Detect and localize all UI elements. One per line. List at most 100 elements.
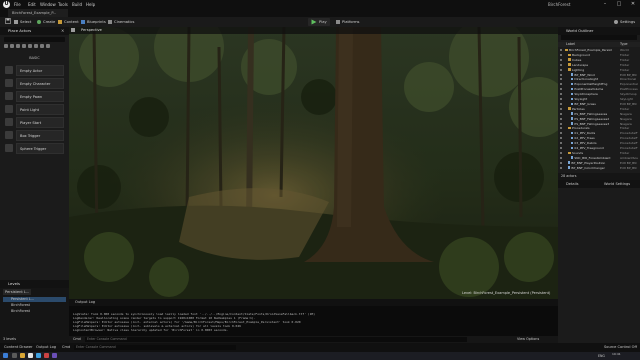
app-icon[interactable] bbox=[52, 353, 57, 358]
visibility-eye-icon[interactable] bbox=[560, 83, 562, 86]
place-item-empty-pawn[interactable]: Empty Pawn bbox=[16, 91, 64, 102]
outliner-row[interactable]: Background Folder bbox=[558, 53, 640, 57]
settings-button[interactable]: Settings bbox=[612, 18, 637, 26]
outliner-row[interactable]: SkyLight SkyLight bbox=[558, 97, 640, 101]
visibility-eye-icon[interactable] bbox=[560, 122, 562, 125]
outliner-row[interactable]: PS_BNF_FallingLeaves3 Niagara bbox=[558, 122, 640, 126]
outliner-row[interactable]: PS_BNF_FallingLeaves Niagara bbox=[558, 112, 640, 116]
content-button[interactable]: Content bbox=[56, 18, 81, 26]
windows-start-icon[interactable] bbox=[3, 353, 8, 358]
visibility-eye-icon[interactable] bbox=[560, 102, 562, 105]
visibility-eye-icon[interactable] bbox=[560, 68, 562, 71]
blueprints-button[interactable]: Blueprints bbox=[79, 18, 108, 26]
outliner-row[interactable]: Procedurals Folder bbox=[558, 126, 640, 130]
create-button[interactable]: Create bbox=[35, 18, 57, 26]
visibility-eye-icon[interactable] bbox=[560, 93, 562, 96]
place-actors-search-input[interactable] bbox=[4, 37, 65, 42]
menu-window[interactable]: Window bbox=[40, 1, 56, 8]
category-all-icon[interactable] bbox=[46, 44, 50, 48]
source-control-status[interactable]: Source Control Off bbox=[604, 344, 637, 351]
visibility-eye-icon[interactable] bbox=[560, 117, 562, 120]
category-recent-icon[interactable] bbox=[4, 44, 8, 48]
outliner-row[interactable]: 01_PPV_Roots ProcedutalF bbox=[558, 131, 640, 135]
category-lights-icon[interactable] bbox=[16, 44, 20, 48]
visibility-eye-icon[interactable] bbox=[560, 151, 562, 154]
output-log-tab[interactable]: Output Log bbox=[75, 299, 95, 306]
visibility-eye-icon[interactable] bbox=[560, 132, 562, 135]
world-settings-tab[interactable]: World Settings bbox=[604, 180, 630, 188]
platforms-button[interactable]: Platforms bbox=[334, 18, 361, 26]
maximize-button[interactable]: □ bbox=[612, 0, 626, 9]
category-shapes-icon[interactable] bbox=[22, 44, 26, 48]
menu-file[interactable]: File bbox=[14, 1, 21, 8]
unreal-taskbar-icon[interactable] bbox=[28, 353, 33, 358]
outliner-row[interactable]: BP_BNF_Grass Edit BP_BN bbox=[558, 102, 640, 106]
level-row[interactable]: BirchForest bbox=[3, 303, 66, 308]
visibility-eye-icon[interactable] bbox=[560, 98, 562, 100]
outliner-col-label[interactable]: Label bbox=[566, 42, 575, 47]
visibility-eye-icon[interactable] bbox=[560, 88, 562, 91]
outliner-row[interactable]: Lighting Folder bbox=[558, 68, 640, 72]
menu-help[interactable]: Help bbox=[86, 1, 95, 8]
visibility-eye-icon[interactable] bbox=[560, 127, 562, 130]
visibility-eye-icon[interactable] bbox=[560, 73, 562, 76]
visibility-eye-icon[interactable] bbox=[560, 53, 562, 56]
status-output-log-button[interactable]: Output Log bbox=[36, 344, 56, 351]
outliner-row[interactable]: 04_PPV_Treeground ProcedutalF bbox=[558, 146, 640, 150]
visibility-eye-icon[interactable] bbox=[560, 58, 562, 61]
level-row[interactable]: Persistent L... bbox=[3, 297, 66, 302]
play-button[interactable]: Play bbox=[308, 18, 330, 26]
browser-icon[interactable] bbox=[36, 353, 41, 358]
output-log-view-options[interactable]: View Options bbox=[517, 336, 539, 343]
close-tab-icon[interactable]: × bbox=[61, 27, 64, 35]
place-item-box-trigger[interactable]: Box Trigger bbox=[16, 130, 64, 141]
outliner-row[interactable]: Landscape Folder bbox=[558, 63, 640, 67]
outliner-row[interactable]: 03_PPV_Debris ProcedutalF bbox=[558, 141, 640, 145]
outliner-search-input[interactable] bbox=[561, 35, 637, 40]
visibility-eye-icon[interactable] bbox=[560, 63, 562, 66]
content-drawer-button[interactable]: Content Drawer bbox=[4, 344, 33, 351]
minimize-button[interactable]: – bbox=[598, 0, 612, 9]
category-basic-icon[interactable] bbox=[10, 44, 14, 48]
visibility-eye-icon[interactable] bbox=[560, 107, 562, 110]
unreal-logo-icon[interactable]: U bbox=[3, 1, 10, 8]
status-cmd-input[interactable]: Enter Console Command bbox=[74, 345, 236, 350]
visibility-eye-icon[interactable] bbox=[560, 156, 562, 159]
details-tab[interactable]: Details bbox=[566, 180, 578, 188]
output-log-cmd-label[interactable]: Cmd bbox=[73, 336, 81, 343]
search-icon[interactable] bbox=[12, 353, 17, 358]
visibility-eye-icon[interactable] bbox=[560, 78, 562, 81]
outliner-row[interactable]: SkyAtmosphere SkyAtmosp bbox=[558, 92, 640, 96]
visibility-eye-icon[interactable] bbox=[560, 137, 562, 140]
outliner-col-type[interactable]: Type bbox=[620, 42, 628, 47]
outliner-row[interactable]: PostProcessVolume PostProcess bbox=[558, 87, 640, 91]
outliner-row[interactable]: PS_BNF_FallingLeaves2 Niagara bbox=[558, 117, 640, 121]
outliner-row[interactable]: Particles Folder bbox=[558, 107, 640, 111]
outliner-row[interactable]: SNC_BIR_ForestAmbient AmbientSou bbox=[558, 156, 640, 160]
project-tab[interactable]: BirchForest_Example_P... bbox=[8, 9, 68, 17]
visibility-eye-icon[interactable] bbox=[560, 166, 562, 169]
cinematics-button[interactable]: Cinematics bbox=[106, 18, 136, 26]
status-cmd-label[interactable]: Cmd bbox=[62, 344, 70, 351]
visibility-eye-icon[interactable] bbox=[560, 147, 562, 149]
app-icon[interactable] bbox=[44, 353, 49, 358]
file-explorer-icon[interactable] bbox=[20, 353, 25, 358]
level-viewport[interactable] bbox=[69, 27, 558, 299]
place-item-empty-character[interactable]: Empty Character bbox=[16, 78, 64, 89]
place-item-player-start[interactable]: Player Start bbox=[16, 117, 64, 128]
place-item-empty-actor[interactable]: Empty Actor bbox=[16, 65, 64, 76]
outliner-row[interactable]: ExponentialHeightFog Exponential bbox=[558, 82, 640, 86]
category-visual-icon[interactable] bbox=[34, 44, 38, 48]
mode-select-button[interactable]: Select bbox=[12, 18, 33, 26]
outliner-row[interactable]: BP_BNF_PlayerPosition Edit BP_BN bbox=[558, 161, 640, 165]
category-volumes-icon[interactable] bbox=[40, 44, 44, 48]
viewport-options-icon[interactable] bbox=[71, 28, 75, 32]
menu-tools[interactable]: Tools bbox=[58, 1, 68, 8]
outliner-row[interactable]: BP_BNF_ColorChanger Edit BP_BN bbox=[558, 166, 640, 170]
visibility-eye-icon[interactable] bbox=[560, 112, 562, 115]
visibility-eye-icon[interactable] bbox=[560, 161, 562, 164]
menu-edit[interactable]: Edit bbox=[28, 1, 36, 8]
levels-add-button[interactable]: Persistent L... bbox=[3, 289, 31, 295]
output-log-cmd-input[interactable]: Enter Console Command bbox=[85, 337, 467, 342]
visibility-eye-icon[interactable] bbox=[560, 49, 562, 51]
